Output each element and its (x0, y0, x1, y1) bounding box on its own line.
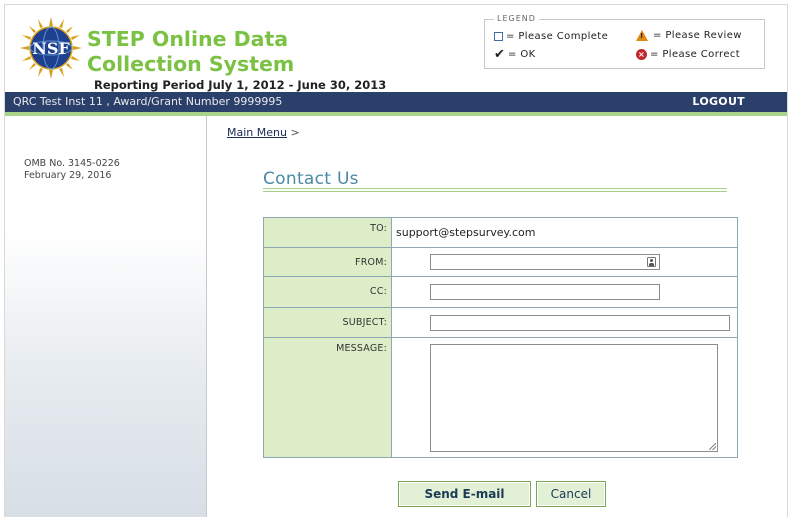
legend-box: LEGEND = Please Complete ! = Please Revi… (484, 14, 765, 69)
omb-date: February 29, 2016 (24, 170, 112, 181)
form-row-cc: CC: (264, 277, 737, 308)
legend-item-please-correct: × = Please Correct (636, 49, 740, 60)
legend-label: = Please Review (653, 30, 742, 41)
page-frame: NSF STEP Online Data Collection System R… (4, 4, 788, 517)
contact-form: TO: support@stepsurvey.com FROM: CC: SUB… (263, 217, 738, 458)
breadcrumb-main-menu-link[interactable]: Main Menu (227, 126, 287, 139)
omb-info: OMB No. 3145-0226 February 29, 2016 (24, 158, 120, 182)
legend-item-please-complete: = Please Complete (494, 31, 608, 42)
to-value: support@stepsurvey.com (396, 226, 536, 239)
title-divider (263, 188, 727, 192)
award-info: QRC Test Inst 11 , Award/Grant Number 99… (13, 95, 283, 108)
svg-text:NSF: NSF (32, 39, 70, 58)
legend-label: = Please Complete (506, 31, 609, 42)
top-navbar: QRC Test Inst 11 , Award/Grant Number 99… (5, 92, 787, 112)
omb-number: OMB No. 3145-0226 (24, 158, 120, 169)
subject-field[interactable] (430, 315, 730, 331)
send-email-button[interactable]: Send E-mail (398, 481, 531, 507)
warning-triangle-icon: ! (636, 30, 648, 41)
legend-item-ok: ✔ = OK (494, 47, 536, 62)
address-book-icon[interactable] (647, 257, 656, 267)
sidebar: OMB No. 3145-0226 February 29, 2016 (5, 116, 207, 517)
logout-link[interactable]: LOGOUT (692, 95, 745, 108)
nsf-logo: NSF (20, 17, 82, 79)
breadcrumb: Main Menu > (227, 126, 300, 139)
resize-grip-icon[interactable] (709, 443, 716, 450)
form-row-from: FROM: (264, 248, 737, 277)
page-title: Contact Us (263, 169, 359, 189)
empty-square-icon (494, 32, 503, 41)
from-field[interactable] (430, 254, 660, 270)
cc-label: CC: (264, 277, 392, 307)
legend-label: = Please Correct (650, 49, 741, 60)
reporting-period: Reporting Period July 1, 2012 - June 30,… (94, 78, 387, 92)
breadcrumb-separator: > (290, 126, 300, 139)
message-label: MESSAGE: (264, 338, 392, 457)
cancel-button[interactable]: Cancel (536, 481, 606, 507)
form-row-subject: SUBJECT: (264, 308, 737, 338)
form-row-message: MESSAGE: (264, 338, 737, 457)
app-title: STEP Online Data Collection System (87, 27, 295, 76)
subject-label: SUBJECT: (264, 308, 392, 337)
legend-label: = OK (508, 49, 536, 60)
message-textarea[interactable] (430, 344, 718, 452)
cc-field[interactable] (430, 284, 660, 300)
to-label: TO: (264, 218, 392, 247)
error-circle-icon: × (636, 49, 647, 60)
legend-title: LEGEND (494, 14, 539, 23)
from-label: FROM: (264, 248, 392, 276)
legend-item-please-review: ! = Please Review (636, 30, 742, 41)
form-row-to: TO: support@stepsurvey.com (264, 218, 737, 248)
checkmark-icon: ✔ (494, 47, 506, 62)
